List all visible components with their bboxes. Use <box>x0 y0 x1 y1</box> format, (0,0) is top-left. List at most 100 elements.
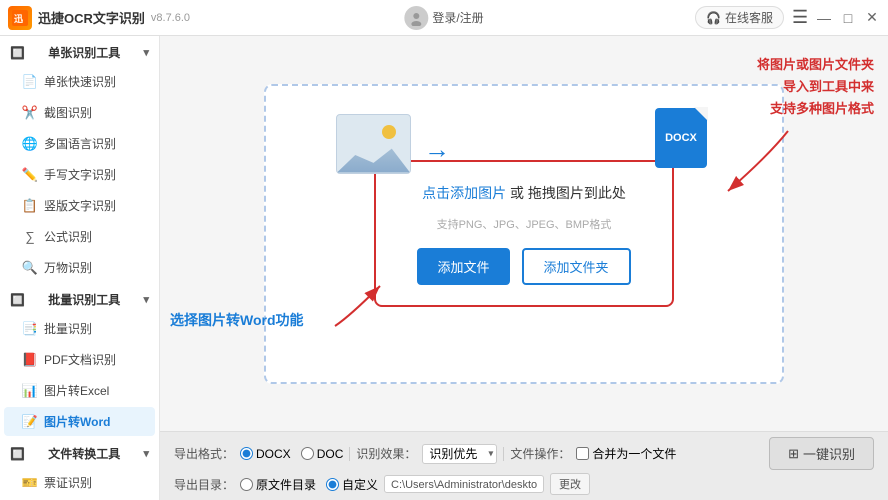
vertical-label: 竖版文字识别 <box>44 197 116 214</box>
sidebar-item-img2excel[interactable]: 📊 图片转Excel <box>4 376 155 405</box>
merge-checkbox[interactable] <box>576 447 589 460</box>
docx-floating-icon: DOCX <box>655 108 707 168</box>
headset-icon: 🎧 <box>706 11 721 25</box>
sidebar-item-formula[interactable]: ∑ 公式识别 <box>4 222 155 251</box>
origin-dir-radio[interactable] <box>240 478 253 491</box>
single-quick-label: 单张快速识别 <box>44 73 116 90</box>
app-version: v8.7.6.0 <box>151 12 190 24</box>
docx-radio[interactable] <box>240 447 253 460</box>
sidebar-section-batch[interactable]: 🔲 批量识别工具 ▾ <box>0 283 159 313</box>
work-area: 选择图片转Word功能 将图片或图片文件夹导入到工具中来支持多种图片格式 <box>160 36 888 431</box>
custom-dir-radio-item[interactable]: 自定义 <box>326 476 378 493</box>
output-label: 导出目录： <box>174 476 234 493</box>
origin-dir-label: 原文件目录 <box>256 476 316 493</box>
section1-label: 单张识别工具 <box>48 44 120 61</box>
change-path-button[interactable]: 更改 <box>550 473 590 495</box>
online-service-label: 在线客服 <box>725 9 773 26</box>
bottom-row-1: 导出格式： DOCX DOC 识别效果： 识别优先 <box>174 437 874 470</box>
img2excel-label: 图片转Excel <box>44 382 109 399</box>
everything-icon: 🔍 <box>22 260 38 276</box>
section2-label: 批量识别工具 <box>48 291 120 308</box>
docx-corner <box>694 107 708 121</box>
upload-outer[interactable]: DOCX → 点击添加图片 或 拖拽图片到此处 支持PNG、JPG、JPEG、B… <box>264 84 784 384</box>
pdf-icon: 📕 <box>22 352 38 368</box>
sidebar-item-handwrite[interactable]: ✏️ 手写文字识别 <box>4 160 155 189</box>
divider1 <box>349 447 350 461</box>
menu-button[interactable]: ☰ <box>792 10 808 26</box>
quality-label: 识别效果： <box>356 445 416 462</box>
quality-select-wrapper[interactable]: 识别优先 <box>422 444 497 464</box>
section3-icon: 🔲 <box>10 447 25 461</box>
close-button[interactable]: ✕ <box>864 10 880 26</box>
path-input[interactable] <box>384 475 544 493</box>
sidebar-section-single[interactable]: 🔲 单张识别工具 ▾ <box>0 36 159 66</box>
upload-main-text: 点击添加图片 或 拖拽图片到此处 <box>422 182 626 204</box>
maximize-button[interactable]: □ <box>840 10 856 26</box>
multilang-label: 多国语言识别 <box>44 135 116 152</box>
formula-label: 公式识别 <box>44 228 92 245</box>
export-format-radio-group: DOCX DOC <box>240 447 343 461</box>
sidebar-item-img2word[interactable]: 📝 图片转Word <box>4 407 155 436</box>
doc-radio-item[interactable]: DOC <box>301 447 344 461</box>
divider2 <box>503 447 504 461</box>
app-title: 迅捷OCR文字识别 <box>38 8 145 27</box>
upload-inner[interactable]: 点击添加图片 或 拖拽图片到此处 支持PNG、JPG、JPEG、BMP格式 添加… <box>374 160 674 307</box>
section2-chevron: ▾ <box>143 293 149 306</box>
img2excel-icon: 📊 <box>22 383 38 399</box>
upload-buttons: 添加文件 添加文件夹 <box>417 248 630 285</box>
app-logo: 迅 <box>8 6 32 30</box>
convert-arrow: → <box>424 134 450 165</box>
section3-chevron: ▾ <box>143 447 149 460</box>
output-dir-radio-group: 原文件目录 自定义 <box>240 476 378 493</box>
sidebar-section-convert[interactable]: 🔲 文件转换工具 ▾ <box>0 437 159 467</box>
sidebar-item-single-quick[interactable]: 📄 单张快速识别 <box>4 67 155 96</box>
online-service-button[interactable]: 🎧 在线客服 <box>695 6 784 29</box>
add-folder-button[interactable]: 添加文件夹 <box>522 248 631 285</box>
sidebar-item-ticket[interactable]: 🎫 票证识别 <box>4 468 155 497</box>
batch-label: 批量识别 <box>44 320 92 337</box>
click-add-label[interactable]: 点击添加图片 <box>422 185 506 201</box>
section1-icon: 🔲 <box>10 46 25 60</box>
one-click-icon: ⊞ <box>788 446 799 462</box>
mountain-shape <box>337 141 410 173</box>
origin-dir-radio-item[interactable]: 原文件目录 <box>240 476 316 493</box>
title-bar: 迅 迅捷OCR文字识别 v8.7.6.0 登录/注册 🎧 在线客服 ☰ — □ … <box>0 0 888 36</box>
section2-icon: 🔲 <box>10 293 25 307</box>
sidebar-item-multilang[interactable]: 🌐 多国语言识别 <box>4 129 155 158</box>
sidebar-item-screenshot[interactable]: ✂️ 截图识别 <box>4 98 155 127</box>
docx-label: DOCX <box>665 132 697 144</box>
login-button[interactable]: 登录/注册 <box>404 6 483 30</box>
login-label: 登录/注册 <box>432 9 483 26</box>
image-placeholder <box>336 114 411 174</box>
custom-dir-radio[interactable] <box>326 478 339 491</box>
one-click-button[interactable]: ⊞ 一键识别 <box>769 437 874 470</box>
svg-text:迅: 迅 <box>14 13 23 24</box>
add-file-button[interactable]: 添加文件 <box>417 248 509 285</box>
merge-checkbox-item[interactable]: 合并为一个文件 <box>576 445 676 462</box>
pdf-label: PDF文档识别 <box>44 351 116 368</box>
main-layout: 🔲 单张识别工具 ▾ 📄 单张快速识别 ✂️ 截图识别 🌐 多国语言识别 ✏️ … <box>0 36 888 500</box>
batch-icon: 📑 <box>22 321 38 337</box>
doc-radio[interactable] <box>301 447 314 460</box>
sun-shape <box>382 125 396 139</box>
sidebar-item-vertical[interactable]: 📋 竖版文字识别 <box>4 191 155 220</box>
formula-icon: ∑ <box>22 229 38 245</box>
handwrite-icon: ✏️ <box>22 167 38 183</box>
quality-select[interactable]: 识别优先 <box>422 444 497 464</box>
docx-radio-item[interactable]: DOCX <box>240 447 291 461</box>
sidebar-item-everything[interactable]: 🔍 万物识别 <box>4 253 155 282</box>
bottom-bar: 导出格式： DOCX DOC 识别效果： 识别优先 <box>160 431 888 500</box>
sidebar-item-pdf[interactable]: 📕 PDF文档识别 <box>4 345 155 374</box>
export-format-label: 导出格式： <box>174 445 234 462</box>
minimize-button[interactable]: — <box>816 10 832 26</box>
screenshot-label: 截图识别 <box>44 104 92 121</box>
section3-label: 文件转换工具 <box>48 445 120 462</box>
multilang-icon: 🌐 <box>22 136 38 152</box>
docx-radio-label: DOCX <box>256 447 291 461</box>
doc-radio-label: DOC <box>317 447 344 461</box>
custom-dir-label: 自定义 <box>342 476 378 493</box>
merge-label: 合并为一个文件 <box>592 445 676 462</box>
handwrite-label: 手写文字识别 <box>44 166 116 183</box>
bottom-row-2: 导出目录： 原文件目录 自定义 更改 <box>174 473 874 495</box>
sidebar-item-batch[interactable]: 📑 批量识别 <box>4 314 155 343</box>
